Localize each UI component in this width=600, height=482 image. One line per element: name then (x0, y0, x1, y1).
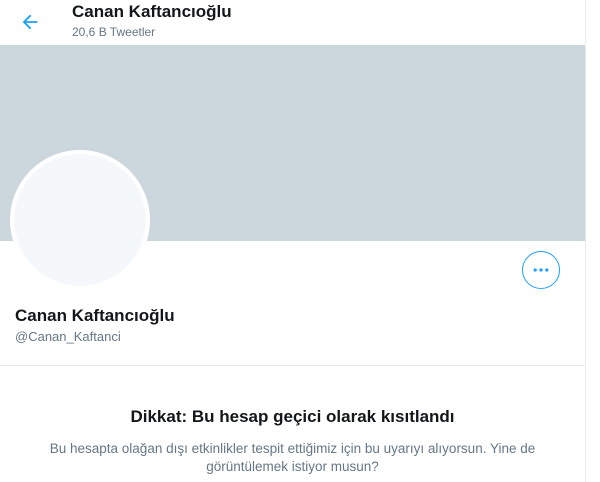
profile-name: Canan Kaftancıoğlu (15, 306, 175, 325)
more-options-button[interactable] (522, 251, 560, 289)
arrow-left-icon (22, 14, 38, 30)
header-title: Canan Kaftancıoğlu (72, 2, 232, 21)
profile-handle: @Canan_Kaftanci (15, 329, 121, 344)
back-button[interactable] (12, 4, 48, 40)
warning-title: Dikkat: Bu hesap geçici olarak kısıtland… (130, 407, 455, 426)
more-horizontal-icon (533, 268, 549, 272)
warning-text: Bu hesapta olağan dışı etkinlikler tespi… (49, 441, 536, 474)
main-column: Canan Kaftancıoğlu 20,6 B Tweetler Canan… (0, 0, 586, 482)
tweet-count: 20,6 B Tweetler (72, 25, 156, 39)
avatar[interactable] (10, 150, 150, 290)
section-divider (0, 365, 585, 366)
profile-page: Canan Kaftancıoğlu 20,6 B Tweetler Canan… (0, 0, 600, 482)
profile-header: Canan Kaftancıoğlu 20,6 B Tweetler (0, 0, 585, 45)
